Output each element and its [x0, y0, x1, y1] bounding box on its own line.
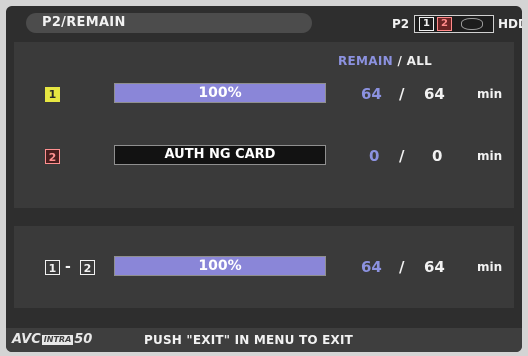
- total-to-slot-icon: 2: [80, 260, 95, 275]
- codec-rate-text: 50: [74, 332, 93, 347]
- slot2-mini-indicator: 2: [437, 17, 452, 31]
- codec-intra-text: INTRA: [41, 335, 74, 345]
- slot-1-all-value: 64: [424, 85, 445, 103]
- slot-1-remain-value: 64: [361, 85, 382, 103]
- codec-avc-text: AVC: [12, 332, 41, 347]
- column-header: REMAIN / ALL: [338, 54, 432, 68]
- slot-1-bar-text: 100%: [198, 85, 242, 101]
- slot-2-icon: 2: [45, 149, 60, 164]
- all-column-label: ALL: [406, 54, 433, 68]
- column-separator: /: [397, 54, 403, 68]
- slot-2-all-value: 0: [432, 147, 443, 165]
- media-slots-box: 1 2: [414, 15, 494, 33]
- slot-2-unit: min: [477, 149, 503, 163]
- hdd-label: HDD: [498, 17, 522, 31]
- total-unit: min: [477, 260, 503, 274]
- remain-column-label: REMAIN: [338, 54, 393, 68]
- exit-instruction: PUSH "EXIT" IN MENU TO EXIT: [144, 333, 354, 347]
- slot-2-bar-text: AUTH NG CARD: [164, 147, 276, 162]
- slot1-mini-indicator: 1: [419, 17, 434, 31]
- slot-1-icon: 1: [45, 87, 60, 102]
- slot-1-unit: min: [477, 87, 503, 101]
- total-remain-value: 64: [361, 258, 382, 276]
- total-from-slot-icon: 1: [45, 260, 60, 275]
- status-footer: AVC INTRA 50 PUSH "EXIT" IN MENU TO EXIT: [6, 328, 522, 352]
- slot-2-remain-value: 0: [369, 147, 380, 165]
- p2-label: P2: [392, 17, 410, 31]
- codec-logo: AVC INTRA 50: [12, 332, 92, 348]
- total-remain-bar: 100%: [114, 256, 326, 276]
- total-all-value: 64: [424, 258, 445, 276]
- slot-1-separator: /: [399, 85, 405, 103]
- slot-remain-panel: [14, 42, 514, 208]
- total-range-dash: -: [65, 259, 71, 275]
- p2-remain-screen: P2/REMAIN P2 1 2 HDD REMAIN / ALL 1 100%…: [6, 6, 522, 352]
- slot-2-remain-bar: AUTH NG CARD: [114, 145, 326, 165]
- total-separator: /: [399, 258, 405, 276]
- total-bar-text: 100%: [198, 258, 242, 274]
- hdd-icon: [461, 18, 483, 30]
- page-title: P2/REMAIN: [26, 13, 312, 33]
- slot-1-remain-bar: 100%: [114, 83, 326, 103]
- slot-2-separator: /: [399, 147, 405, 165]
